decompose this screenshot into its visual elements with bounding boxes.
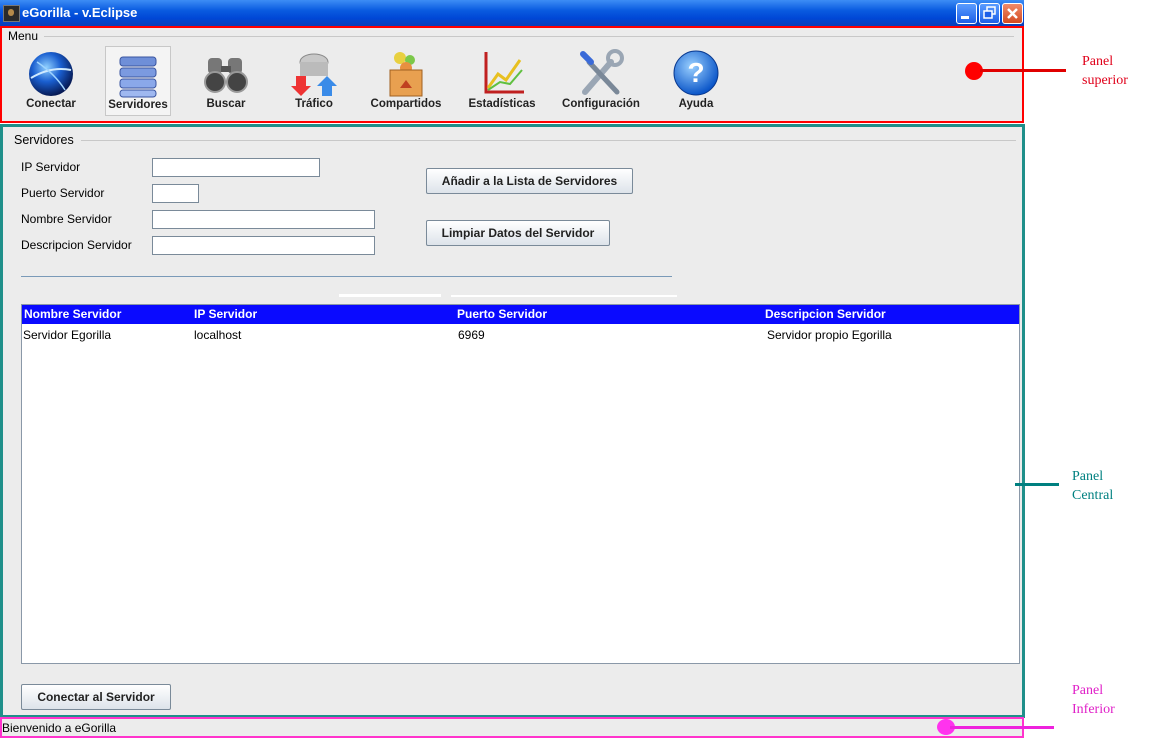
annotation-line-teal [1015,483,1059,486]
annotation-text: Panel [1082,54,1114,69]
window-title-bar[interactable]: eGorilla - v.Eclipse [0,0,1024,26]
status-text: Bienvenido a eGorilla [2,721,117,735]
toolbar-ayuda-button[interactable]: ? Ayuda [661,46,731,114]
table-row[interactable]: Servidor Egorilla localhost 6969 Servido… [22,305,1019,345]
servers-section-title: Servidores [14,133,74,147]
tools-icon [580,49,624,95]
line-chart-icon [484,52,524,94]
toolbar-estadisticas-button[interactable]: Estadísticas [467,46,537,114]
toolbar-label: Servidores [108,99,168,111]
annotation-panel-central: Panel Central [1072,467,1113,505]
splitter-handle[interactable] [451,295,677,297]
close-icon[interactable] [1002,3,1023,24]
toolbar-label: Ayuda [678,98,714,110]
shared-box-icon [389,52,423,97]
annotation-text: Inferior [1072,702,1115,717]
toolbar-label: Tráfico [295,98,333,110]
toolbar-trafico-button[interactable]: Tráfico [279,46,349,114]
ip-input[interactable] [152,158,320,177]
annotation-text: superior [1082,73,1128,88]
table-cell: Servidor Egorilla [23,328,112,342]
status-bar: Bienvenido a eGorilla [0,717,1024,738]
app-gorilla-icon [3,5,20,22]
toolbar-compartidos-button[interactable]: Compartidos [371,46,441,114]
ip-label: IP Servidor [21,160,81,174]
toolbar-configuracion-button[interactable]: Configuración [562,46,640,114]
add-server-button[interactable]: Añadir a la Lista de Servidores [426,168,633,194]
annotation-panel-superior: Panel superior [1082,52,1128,90]
central-panel: Servidores IP Servidor Puerto Servidor N… [0,124,1025,718]
form-separator [21,276,672,277]
window-title: eGorilla - v.Eclipse [22,5,138,20]
clear-server-button[interactable]: Limpiar Datos del Servidor [426,220,610,246]
annotation-text: Panel [1072,683,1104,698]
help-icon: ? [673,50,719,96]
maximize-icon[interactable] [979,3,1000,24]
splitter-handle[interactable] [339,294,441,297]
top-panel: Menu Conectar Servidores Buscar Tráfico … [0,26,1024,123]
globe-icon [29,52,73,96]
section-divider [81,140,1016,141]
table-cell: 6969 [458,328,485,342]
toolbar-label: Estadísticas [468,98,536,110]
traffic-arrows-icon [291,53,337,96]
connect-server-button[interactable]: Conectar al Servidor [21,684,171,710]
port-input[interactable] [152,184,199,203]
description-input[interactable] [152,236,375,255]
toolbar-label: Conectar [26,98,76,110]
svg-text:?: ? [687,57,704,88]
minimize-icon[interactable] [956,3,977,24]
annotation-text: Central [1072,488,1114,503]
port-label: Puerto Servidor [21,186,105,200]
toolbar-conectar-button[interactable]: Conectar [16,46,86,114]
toolbar-label: Configuración [562,98,640,110]
binoculars-icon [204,58,248,93]
table-cell: localhost [194,328,242,342]
server-stack-icon [119,56,157,98]
menu-divider [44,36,1014,37]
annotation-line-red [980,69,1066,72]
name-label: Nombre Servidor [21,212,112,226]
name-input[interactable] [152,210,375,229]
annotation-text: Panel [1072,469,1104,484]
toolbar-servidores-button[interactable]: Servidores [105,46,171,116]
toolbar-label: Compartidos [370,98,442,110]
table-cell: Servidor propio Egorilla [767,328,892,342]
description-label: Descripcion Servidor [21,238,132,252]
menu-title: Menu [8,29,39,43]
toolbar-label: Buscar [206,98,246,110]
toolbar-buscar-button[interactable]: Buscar [191,46,261,114]
annotation-line-pink [950,726,1054,729]
annotation-panel-inferior: Panel Inferior [1072,681,1115,719]
servers-table: Nombre Servidor IP Servidor Puerto Servi… [21,304,1020,664]
